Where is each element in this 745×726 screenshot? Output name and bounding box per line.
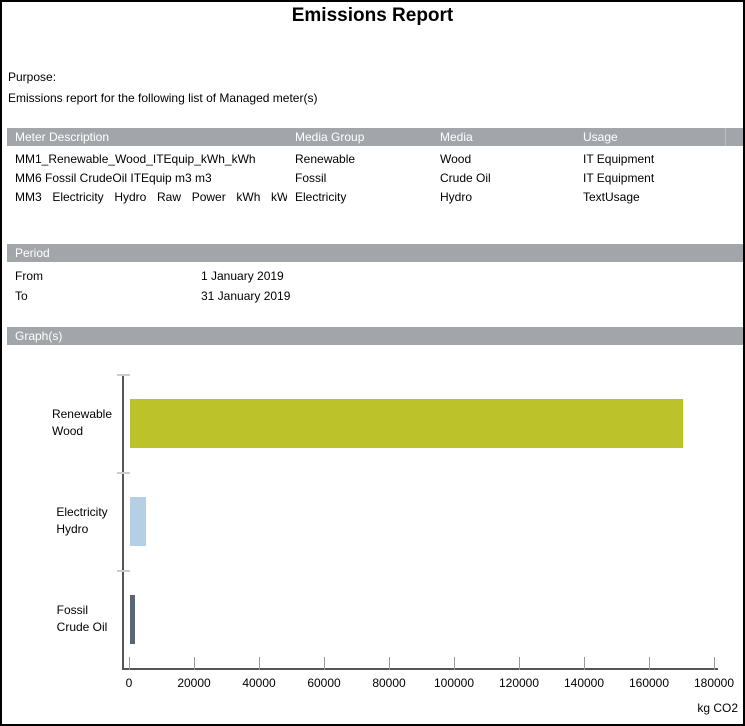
category-label-fossil-crude-oil: FossilCrude Oil <box>30 570 134 668</box>
x-tick-label: 80000 <box>357 676 421 690</box>
category-label-text: FossilCrude Oil <box>57 602 108 636</box>
x-tick-label: 40000 <box>227 676 291 690</box>
x-tick-label: 140000 <box>552 676 616 690</box>
x-axis-tick <box>389 657 390 670</box>
x-tick-label: 20000 <box>162 676 226 690</box>
x-tick-label: 120000 <box>487 676 551 690</box>
category-label-electricity-hydro: ElectricityHydro <box>30 472 134 570</box>
x-axis-tick <box>194 657 195 670</box>
emissions-bar-chart: 0200004000060000800001000001200001400001… <box>2 2 743 724</box>
x-tick-label: 100000 <box>422 676 486 690</box>
category-label-text: ElectricityHydro <box>56 504 107 538</box>
category-label-renewable-wood: RenewableWood <box>30 374 134 472</box>
x-tick-label: 160000 <box>617 676 681 690</box>
x-axis-tick <box>519 657 520 670</box>
x-axis-unit-label: kg CO2 <box>602 701 738 715</box>
x-axis-tick <box>454 657 455 670</box>
x-tick-label: 60000 <box>292 676 356 690</box>
category-label-text: RenewableWood <box>52 406 112 440</box>
x-axis-tick <box>259 657 260 670</box>
emissions-report-page: Emissions Report Purpose: Emissions repo… <box>0 0 745 726</box>
x-axis-tick <box>324 657 325 670</box>
x-axis-tick <box>584 657 585 670</box>
x-axis-tick <box>649 657 650 670</box>
bar-renewable-wood <box>130 399 683 448</box>
x-axis-line <box>122 668 718 670</box>
x-axis-tick <box>714 657 715 670</box>
x-tick-label: 0 <box>97 676 161 690</box>
x-tick-label: 180000 <box>682 676 745 690</box>
